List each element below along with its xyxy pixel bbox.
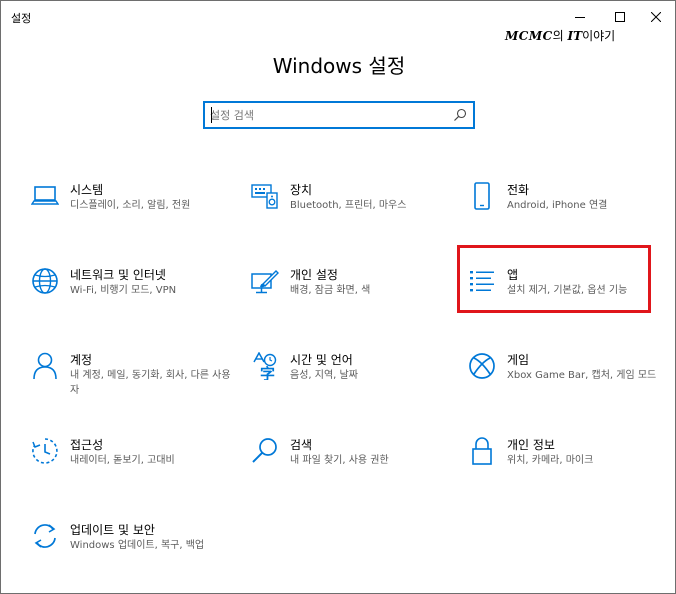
tile-privacy[interactable]: 개인 정보 위치, 카메라, 마이크 bbox=[467, 436, 667, 494]
tile-name: 장치 bbox=[290, 183, 313, 197]
time-language-icon: 字 bbox=[250, 351, 280, 381]
tile-name: 전화 bbox=[507, 183, 530, 197]
tile-desc: Bluetooth, 프린터, 마우스 bbox=[290, 200, 407, 211]
tile-search[interactable]: 검색 내 파일 찾기, 사용 권한 bbox=[250, 436, 450, 494]
phone-icon bbox=[467, 181, 497, 211]
svg-text:字: 字 bbox=[260, 365, 275, 380]
search-box[interactable] bbox=[203, 101, 475, 129]
lock-icon bbox=[467, 436, 497, 466]
search-icon bbox=[250, 436, 280, 466]
tile-update-security[interactable]: 업데이트 및 보안 Windows 업데이트, 복구, 백업 bbox=[30, 521, 230, 579]
tile-name: 접근성 bbox=[70, 438, 104, 452]
ease-of-access-icon bbox=[30, 436, 60, 466]
tile-desc: 음성, 지역, 날짜 bbox=[290, 370, 358, 381]
tile-name: 게임 bbox=[507, 353, 530, 367]
keyboard-speaker-icon bbox=[250, 181, 280, 211]
search-icon[interactable] bbox=[453, 108, 467, 122]
watermark: MCMC의 IT이야기 bbox=[505, 27, 615, 44]
tile-personalization[interactable]: 개인 설정 배경, 잠금 화면, 색 bbox=[250, 266, 450, 324]
tile-name: 개인 정보 bbox=[507, 438, 555, 452]
tile-devices[interactable]: 장치 Bluetooth, 프린터, 마우스 bbox=[250, 181, 450, 239]
watermark-connector: 의 bbox=[552, 29, 568, 43]
tile-desc: Wi-Fi, 비행기 모드, VPN bbox=[70, 285, 177, 296]
tile-network[interactable]: 네트워크 및 인터넷 Wi-Fi, 비행기 모드, VPN bbox=[30, 266, 230, 324]
xbox-icon bbox=[467, 351, 497, 381]
tile-desc: 내레이터, 돋보기, 고대비 bbox=[70, 455, 175, 466]
tile-name: 개인 설정 bbox=[290, 268, 338, 282]
tile-desc: Windows 업데이트, 복구, 백업 bbox=[70, 540, 205, 551]
tile-gaming[interactable]: 게임 Xbox Game Bar, 캡처, 게임 모드 bbox=[467, 351, 667, 409]
tile-desc: 디스플레이, 소리, 알림, 전원 bbox=[70, 200, 191, 211]
tile-desc: 설치 제거, 기본값, 옵션 기능 bbox=[507, 285, 628, 296]
tile-name: 시간 및 언어 bbox=[290, 353, 353, 367]
tile-desc: 위치, 카메라, 마이크 bbox=[507, 455, 594, 466]
search-input[interactable] bbox=[205, 104, 435, 126]
tile-ease-of-access[interactable]: 접근성 내레이터, 돋보기, 고대비 bbox=[30, 436, 230, 494]
tile-system[interactable]: 시스템 디스플레이, 소리, 알림, 전원 bbox=[30, 181, 230, 239]
watermark-brand: MCMC bbox=[505, 29, 553, 43]
tile-apps[interactable]: 앱 설치 제거, 기본값, 옵션 기능 bbox=[467, 266, 667, 324]
refresh-icon bbox=[30, 521, 60, 551]
tile-name: 앱 bbox=[507, 268, 519, 282]
tile-desc: 내 파일 찾기, 사용 권한 bbox=[290, 455, 389, 466]
maximize-icon bbox=[615, 12, 625, 22]
watermark-suffix: 이야기 bbox=[582, 29, 616, 43]
apps-list-icon bbox=[467, 266, 497, 296]
globe-icon bbox=[30, 266, 60, 296]
close-button[interactable] bbox=[633, 1, 676, 33]
tile-desc: 배경, 잠금 화면, 색 bbox=[290, 285, 371, 296]
page-title: Windows 설정 bbox=[272, 54, 406, 78]
tile-accounts[interactable]: 계정 내 계정, 메일, 동기화, 회사, 다른 사용자 bbox=[30, 351, 231, 409]
close-icon bbox=[651, 12, 661, 22]
tile-desc: 내 계정, 메일, 동기화, 회사, 다른 사용자 bbox=[70, 370, 231, 396]
tile-name: 검색 bbox=[290, 438, 313, 452]
settings-window: 설정 MCMC의 IT이야기 Windows 설정 시스템 디스플레 bbox=[0, 0, 676, 594]
paint-icon bbox=[250, 266, 280, 296]
tile-name: 업데이트 및 보안 bbox=[70, 523, 155, 537]
minimize-icon bbox=[575, 17, 585, 18]
tile-name: 계정 bbox=[70, 353, 93, 367]
tile-name: 네트워크 및 인터넷 bbox=[70, 268, 166, 282]
laptop-icon bbox=[30, 181, 60, 211]
tile-desc: Xbox Game Bar, 캡처, 게임 모드 bbox=[507, 370, 657, 381]
text-caret bbox=[211, 107, 212, 123]
tile-desc: Android, iPhone 연결 bbox=[507, 200, 608, 211]
tile-time-language[interactable]: 字 시간 및 언어 음성, 지역, 날짜 bbox=[250, 351, 450, 409]
tile-phone[interactable]: 전화 Android, iPhone 연결 bbox=[467, 181, 667, 239]
person-icon bbox=[30, 351, 60, 381]
window-title: 설정 bbox=[11, 12, 32, 25]
tile-name: 시스템 bbox=[70, 183, 104, 197]
watermark-it: IT bbox=[567, 29, 583, 43]
